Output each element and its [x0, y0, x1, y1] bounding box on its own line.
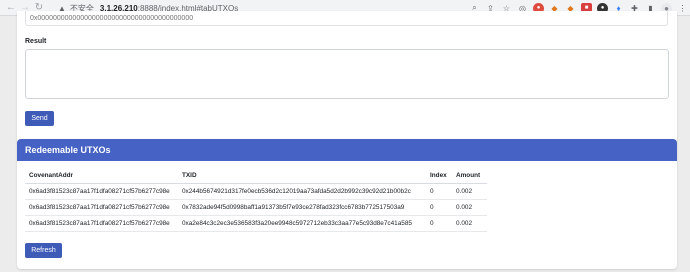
amount-cell: 0.002 [452, 215, 487, 232]
result-textarea[interactable] [25, 49, 669, 99]
txid-cell: 0x244b5674921d317fe0ecb536d2c12019aa73af… [178, 183, 426, 200]
redeemable-utxos-card: Redeemable UTXOs CovenantAddr TXID Index… [17, 139, 677, 269]
send-form-card: Result Send [17, 11, 677, 145]
utxo-table: CovenantAddr TXID Index Amount 0x6ad3f81… [25, 169, 487, 232]
column-header-amount: Amount [452, 169, 487, 184]
kebab-menu-icon[interactable]: ⋮ [677, 3, 688, 14]
send-button[interactable]: Send [25, 111, 54, 126]
address-input[interactable] [25, 11, 668, 26]
index-cell: 0 [426, 199, 452, 216]
card-title: Redeemable UTXOs [17, 139, 677, 161]
column-header-covenant-addr: CovenantAddr [25, 169, 178, 184]
result-label: Result [25, 38, 47, 45]
amount-cell: 0.002 [452, 199, 487, 216]
back-arrow-icon[interactable]: ← [4, 1, 18, 15]
table-row: 0x6ad3f81523c87aa17f1dfa08271cf57b6277c9… [25, 183, 487, 200]
txid-cell: 0xa2e84c3c2ec3e536583f3a20ee9948c5972712… [178, 215, 426, 232]
column-header-txid: TXID [178, 169, 426, 184]
txid-cell: 0x7832ade94f5d0998baff1a91373b5f7e93ce27… [178, 199, 426, 216]
page-content: Result Send Redeemable UTXOs CovenantAdd… [0, 11, 690, 272]
column-header-index: Index [426, 169, 452, 184]
index-cell: 0 [426, 215, 452, 232]
refresh-button[interactable]: Refresh [25, 243, 62, 258]
covenant-addr-cell: 0x6ad3f81523c87aa17f1dfa08271cf57b6277c9… [25, 215, 178, 232]
table-row: 0x6ad3f81523c87aa17f1dfa08271cf57b6277c9… [25, 215, 487, 232]
covenant-addr-cell: 0x6ad3f81523c87aa17f1dfa08271cf57b6277c9… [25, 183, 178, 200]
table-row: 0x6ad3f81523c87aa17f1dfa08271cf57b6277c9… [25, 199, 487, 216]
covenant-addr-cell: 0x6ad3f81523c87aa17f1dfa08271cf57b6277c9… [25, 199, 178, 216]
table-header-row: CovenantAddr TXID Index Amount [25, 169, 487, 184]
index-cell: 0 [426, 183, 452, 200]
amount-cell: 0.002 [452, 183, 487, 200]
